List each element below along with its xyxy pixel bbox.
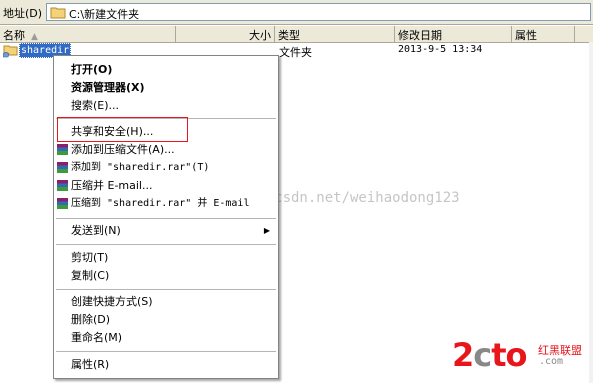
menu-item-add-to-rar[interactable]: 添加到 "sharedir.rar"(T) [56, 159, 276, 177]
menu-item-compress-email[interactable]: 压缩并 E-mail... [56, 177, 276, 195]
winrar-icon [57, 162, 68, 173]
address-path: C:\新建文件夹 [69, 8, 140, 21]
file-modified: 2013-9-5 13:34 [398, 44, 483, 55]
folder-icon [50, 7, 66, 19]
submenu-arrow-icon: ▶ [263, 226, 270, 235]
menu-item-rename[interactable]: 重命名(M) [56, 329, 276, 347]
menu-separator [56, 244, 276, 245]
menu-item-properties[interactable]: 属性(R) [56, 356, 276, 374]
address-label: 地址(D) [3, 7, 43, 20]
column-name[interactable]: 名称 ▲ [0, 26, 176, 42]
sort-ascending-icon: ▲ [31, 32, 38, 42]
menu-item-copy[interactable]: 复制(C) [56, 267, 276, 285]
menu-item-open[interactable]: 打开(O) [56, 61, 276, 79]
logo-sub-text: .com [539, 356, 564, 367]
column-modified[interactable]: 修改日期 [395, 26, 512, 42]
menu-item-delete[interactable]: 删除(D) [56, 311, 276, 329]
winrar-icon [57, 180, 68, 191]
logo-mark: 2cto [452, 336, 528, 374]
menu-item-explorer[interactable]: 资源管理器(X) [56, 79, 276, 97]
menu-item-add-to-archive[interactable]: 添加到压缩文件(A)... [56, 141, 276, 159]
menu-item-cut[interactable]: 剪切(T) [56, 249, 276, 267]
shared-folder-icon [3, 45, 18, 58]
file-type: 文件夹 [279, 46, 312, 59]
highlight-annotation [57, 117, 188, 142]
context-menu: 打开(O) 资源管理器(X) 搜索(E)... 共享和安全(H)... 添加到压… [53, 55, 279, 379]
address-field[interactable]: C:\新建文件夹 [46, 3, 591, 21]
address-bar: 地址(D) C:\新建文件夹 [0, 0, 593, 25]
site-logo: 2cto 红黑联盟 .com [452, 336, 592, 380]
winrar-icon [57, 198, 68, 209]
menu-item-compress-to-rar-email[interactable]: 压缩到 "sharedir.rar" 并 E-mail [56, 195, 276, 213]
menu-separator [56, 289, 276, 290]
column-size[interactable]: 大小 [176, 26, 275, 42]
menu-separator [56, 351, 276, 352]
menu-item-search[interactable]: 搜索(E)... [56, 97, 276, 115]
scroll-edge [589, 42, 593, 383]
column-attributes[interactable]: 属性 [512, 26, 575, 42]
column-header: 名称 ▲ 大小 类型 修改日期 属性 [0, 26, 593, 43]
column-type[interactable]: 类型 [275, 26, 395, 42]
menu-item-send-to[interactable]: 发送到(N) ▶ [56, 222, 276, 240]
menu-item-create-shortcut[interactable]: 创建快捷方式(S) [56, 293, 276, 311]
menu-separator [56, 218, 276, 219]
winrar-icon [57, 144, 68, 155]
